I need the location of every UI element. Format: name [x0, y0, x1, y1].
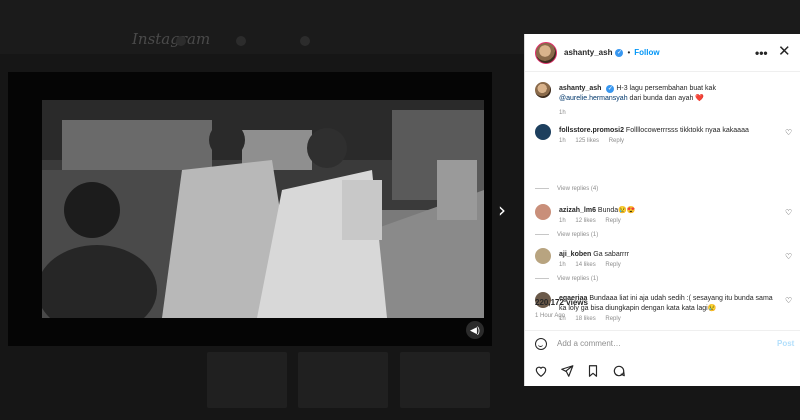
comments-list: ashanty_ash ✓ H-3 lagu persembahan buat … — [525, 74, 800, 326]
video-frame — [42, 100, 484, 318]
comment-meta: 1h 12 likes Reply — [559, 218, 629, 224]
comment-meta: 1h 125 likes Reply — [559, 138, 632, 144]
comment-body: Follllocowerrrsss tikktokk nyaa kakaaaa — [625, 127, 749, 134]
verified-badge-icon: ✓ — [606, 85, 615, 93]
caption-body-end: dari bunda dan ayah — [629, 95, 694, 102]
like-comment-icon[interactable]: ♡ — [785, 208, 792, 217]
emoji-icon[interactable] — [535, 337, 547, 350]
background-nav-icon — [300, 36, 310, 46]
like-comment-icon[interactable]: ♡ — [785, 128, 792, 137]
comment-body: Bunda😢😍 — [597, 207, 636, 214]
comment-time: 1h — [559, 218, 566, 224]
close-icon[interactable]: ✕ — [778, 42, 791, 60]
caption-username[interactable]: ashanty_ash — [559, 85, 601, 92]
post-button[interactable]: Post — [777, 339, 794, 348]
comment-reply-button[interactable]: Reply — [605, 262, 620, 268]
view-count[interactable]: 220,172 views — [535, 298, 795, 307]
background-nav-icon — [236, 36, 246, 46]
bookmark-icon[interactable] — [585, 363, 601, 379]
comment-item: follsstore.promosi2 Follllocowerrrsss ti… — [535, 124, 797, 164]
caption-time: 1h — [559, 110, 566, 116]
post-video[interactable] — [42, 100, 484, 318]
post-side-panel: ashanty_ash ✓ • Follow ••• ✕ ashanty_ash… — [524, 34, 800, 386]
avatar[interactable] — [535, 248, 551, 264]
background-logo: Instagram — [132, 30, 211, 48]
comment-reply-button[interactable]: Reply — [605, 218, 620, 224]
verified-badge-icon: ✓ — [615, 48, 624, 57]
caption-body: H-3 lagu persembahan buat kak — [616, 85, 716, 92]
mute-icon[interactable]: ◀) — [466, 321, 484, 339]
comment-text: aji_koben Ga sabarrrr — [559, 250, 779, 260]
like-comment-icon[interactable]: ♡ — [785, 252, 792, 261]
comment-username[interactable]: aji_koben — [559, 251, 591, 258]
background-thumbnail — [207, 352, 287, 408]
comment-likes[interactable]: 125 likes — [575, 138, 599, 144]
comment-item: azizah_lm6 Bunda😢😍 1h 12 likes Reply ♡ — [535, 204, 797, 234]
next-arrow-icon[interactable]: › — [494, 198, 510, 222]
caption-emoji: ❤️ — [695, 95, 705, 102]
comment-icon[interactable] — [611, 363, 627, 379]
post-actions — [524, 356, 800, 386]
caption-text: ashanty_ash ✓ H-3 lagu persembahan buat … — [559, 84, 779, 104]
separator: • — [627, 48, 631, 57]
comment-input[interactable] — [557, 339, 757, 348]
heart-icon[interactable] — [533, 363, 549, 379]
avatar[interactable] — [535, 82, 551, 98]
caption: ashanty_ash ✓ H-3 lagu persembahan buat … — [535, 82, 797, 116]
comment-username[interactable]: azizah_lm6 — [559, 207, 596, 214]
post-timestamp: 1 Hour Ago — [535, 313, 566, 319]
add-comment-bar: Post — [525, 330, 800, 356]
follow-button[interactable]: Follow — [634, 48, 659, 57]
more-horizontal-icon[interactable]: ••• — [755, 46, 768, 60]
post-username[interactable]: ashanty_ash — [564, 48, 612, 57]
comment-body: Ga sabarrrr — [593, 251, 630, 258]
comment-text: azizah_lm6 Bunda😢😍 — [559, 206, 779, 216]
post-stats: 220,172 views 1 Hour Ago — [535, 298, 795, 319]
avatar[interactable] — [535, 124, 551, 140]
comment-text: follsstore.promosi2 Follllocowerrrsss ti… — [559, 126, 779, 136]
comment-likes[interactable]: 14 likes — [575, 262, 595, 268]
caption-mention[interactable]: @aurelie.hermansyah — [559, 95, 628, 102]
comment-username[interactable]: follsstore.promosi2 — [559, 127, 624, 134]
background-nav-icon — [176, 36, 186, 46]
caption-meta: 1h — [559, 110, 574, 116]
view-replies-button[interactable]: View replies (1) — [535, 276, 598, 282]
comment-time: 1h — [559, 138, 566, 144]
background-thumbnail — [298, 352, 388, 408]
share-icon[interactable] — [559, 363, 575, 379]
view-replies-button[interactable]: View replies (1) — [535, 232, 598, 238]
comment-likes[interactable]: 12 likes — [575, 218, 595, 224]
panel-header: ashanty_ash ✓ • Follow ••• ✕ — [525, 34, 800, 72]
view-replies-button[interactable]: View replies (4) — [535, 186, 598, 192]
avatar[interactable] — [535, 41, 557, 64]
comment-meta: 1h 14 likes Reply — [559, 262, 629, 268]
background-thumbnail — [400, 352, 490, 408]
comment-reply-button[interactable]: Reply — [609, 138, 624, 144]
comment-item: aji_koben Ga sabarrrr 1h 14 likes Reply … — [535, 248, 797, 278]
comment-time: 1h — [559, 262, 566, 268]
avatar[interactable] — [535, 204, 551, 220]
